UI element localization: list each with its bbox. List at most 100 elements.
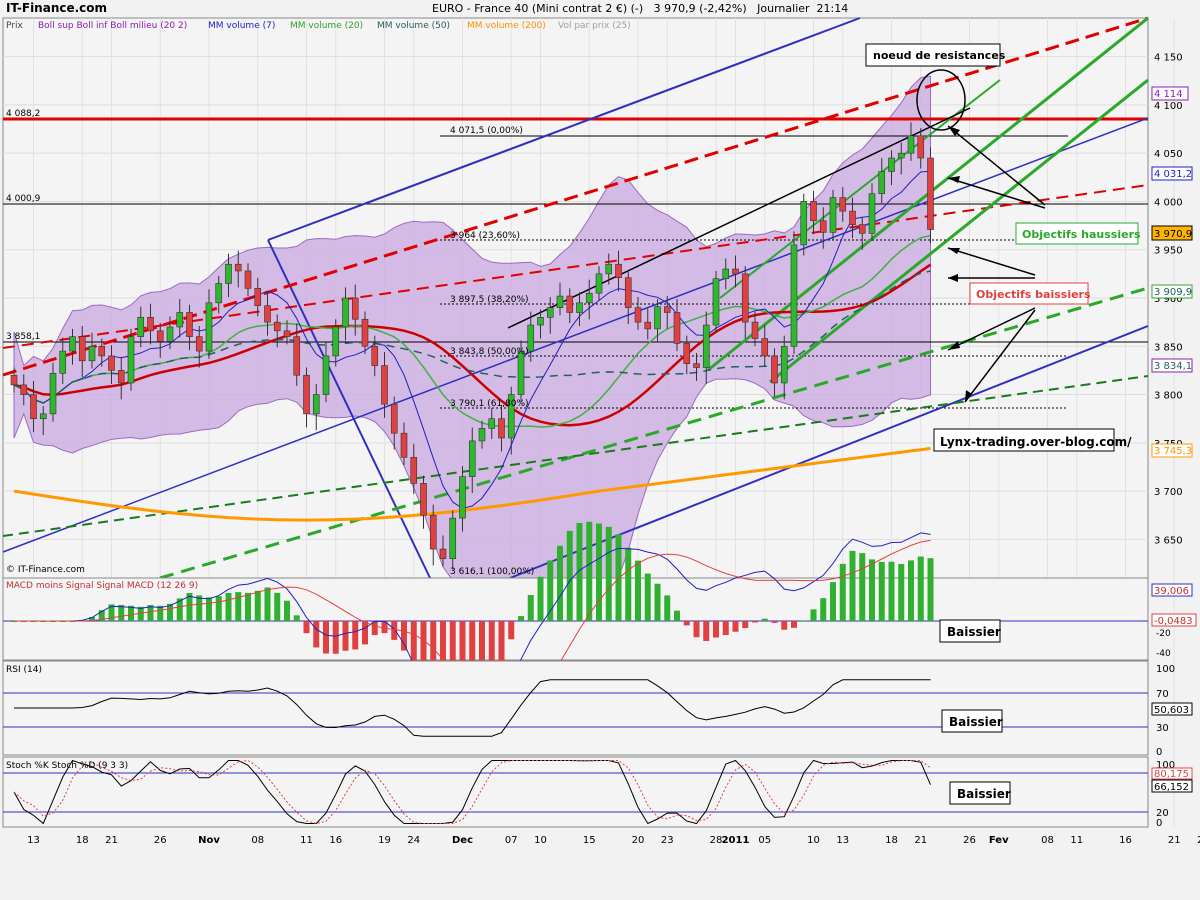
legend-row: Prix Boll sup Boll inf Boll milieu (20 2… (6, 21, 631, 31)
blog-label: Lynx-trading.over-blog.com/ (940, 435, 1132, 449)
rsi-baissier: Baissier (949, 715, 1003, 729)
candle-up (312, 394, 320, 415)
candle-down (634, 307, 642, 323)
candle-up (449, 517, 457, 559)
candle-down (429, 514, 437, 550)
macd-bar (313, 621, 320, 648)
legend-mm7: MM volume (7) (208, 21, 275, 31)
candle-down (303, 374, 310, 415)
candle-up (576, 302, 583, 313)
x-tick-label: 21 (1168, 835, 1181, 846)
macd-bar (557, 545, 563, 621)
candle-up (127, 336, 135, 384)
stoch-baissier: Baissier (957, 787, 1011, 801)
x-tick-label: Fev (989, 835, 1009, 846)
candle-down (732, 268, 739, 275)
candle-up (342, 297, 349, 328)
x-tick-label: Nov (198, 835, 220, 846)
candle-down (839, 197, 847, 212)
legend-mm20: MM volume (20) (290, 21, 363, 31)
macd-bar (284, 600, 290, 621)
macd-bar (644, 573, 651, 621)
candle-up (595, 273, 603, 294)
candle-down (147, 317, 154, 332)
candle-up (712, 278, 720, 326)
macd-bar (245, 592, 251, 621)
candle-down (761, 338, 769, 357)
rsi-val: 50,603 (1154, 705, 1189, 716)
macd-bar (157, 605, 164, 621)
candle-down (624, 277, 632, 308)
candle-up (702, 324, 710, 368)
candle-down (819, 220, 827, 233)
fib-label-0: 4 071,5 (0,00%) (450, 126, 523, 136)
candle-down (78, 336, 86, 362)
svg-text:100: 100 (1156, 664, 1175, 675)
x-tick-label: 08 (1041, 835, 1054, 846)
candle-down (663, 306, 671, 313)
candle-up (478, 428, 486, 442)
candle-down (410, 457, 418, 484)
candle-down (927, 157, 934, 230)
candle-down (117, 370, 125, 384)
macd-bar (566, 530, 573, 621)
candle-up (137, 317, 145, 337)
candle-down (381, 365, 388, 405)
macd-bar (713, 621, 719, 638)
macd-bar (508, 621, 515, 640)
x-tick-label: 18 (885, 835, 898, 846)
macd-bar (761, 618, 768, 621)
x-tick-label: 18 (76, 835, 89, 846)
macd-bar (693, 621, 700, 638)
badge-3909: 3 909,9 (1154, 287, 1192, 298)
candle-down (858, 224, 866, 234)
candle-down (498, 418, 505, 439)
legend-price: Prix (6, 21, 23, 31)
macd-bar (596, 523, 602, 621)
candle-up (459, 476, 466, 519)
stoch-val1: 80,175 (1154, 769, 1189, 780)
candle-up (166, 326, 174, 342)
macd-bar (215, 596, 222, 621)
macd-bar (742, 621, 749, 629)
macd-bar (752, 621, 758, 623)
rsi-title: RSI (14) (6, 665, 42, 675)
candle-up (332, 326, 340, 357)
candle-down (361, 318, 369, 347)
obj-baissiers-label: Objectifs baissiers (976, 288, 1091, 301)
x-tick-label: 16 (329, 835, 342, 846)
candle-down (683, 343, 691, 364)
y-tick-label: 4 100 (1154, 101, 1183, 112)
candle-down (283, 330, 291, 337)
candle-up (69, 336, 76, 352)
x-tick-label: 28 (710, 835, 723, 846)
x-axis: 13 18 21 26 Nov 08 11 16 19 24 Dec 07 10 15 20 23 28 2011… (27, 835, 1200, 846)
svg-text:-40: -40 (1156, 649, 1171, 659)
candle-down (234, 263, 242, 272)
fib-label-100: 3 616,1 (100,00%) (450, 567, 534, 577)
macd-bar (683, 621, 690, 626)
candle-up (205, 302, 213, 352)
macd-bar (791, 621, 797, 628)
candle-down (917, 135, 925, 159)
macd-bar (839, 563, 846, 621)
macd-bar (771, 621, 778, 623)
candle-down (273, 321, 281, 332)
macd-bar (654, 583, 661, 621)
macd-bar (898, 563, 905, 621)
candle-down (186, 312, 193, 337)
candle-down (98, 345, 106, 357)
candle-down (390, 403, 398, 434)
svg-text:30: 30 (1156, 723, 1169, 734)
candle-down (644, 321, 652, 330)
candle-up (878, 171, 886, 195)
badge-3834: 3 834,1 (1154, 361, 1192, 372)
macd-bar (332, 621, 339, 654)
x-tick-label: 15 (583, 835, 596, 846)
macd-bar (810, 609, 817, 621)
legend-mm50: MM volume (50) (377, 21, 450, 31)
candle-down (10, 374, 18, 386)
macd-bar (908, 560, 914, 621)
x-tick-label: 07 (505, 835, 518, 846)
macd-bar (264, 587, 271, 621)
